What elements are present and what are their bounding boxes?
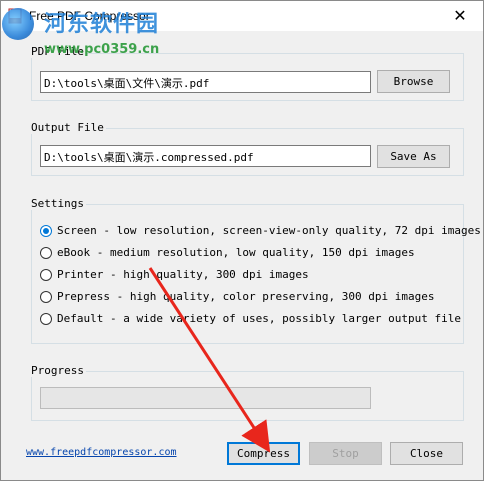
progress-label: Progress [29, 364, 86, 377]
radio-button[interactable] [40, 313, 52, 325]
close-button[interactable]: Close [390, 442, 463, 465]
radio-label: eBook - medium resolution, low quality, … [57, 246, 415, 259]
pdf-file-label: PDF File [29, 45, 86, 58]
window-title: Free PDF Compressor [29, 9, 150, 23]
app-window: Free PDF Compressor ✕ PDF File D:\tools\… [0, 0, 484, 481]
radio-label: Printer - high quality, 300 dpi images [57, 268, 309, 281]
radio-label: Prepress - high quality, color preservin… [57, 290, 435, 303]
radio-label: Screen - low resolution, screen-view-onl… [57, 224, 481, 237]
website-link[interactable]: www.freepdfcompressor.com [26, 447, 177, 458]
radio-label: Default - a wide variety of uses, possib… [57, 312, 461, 325]
settings-label: Settings [29, 197, 86, 210]
progress-bar [40, 387, 371, 409]
save-as-button[interactable]: Save As [377, 145, 450, 168]
close-window-icon[interactable]: ✕ [437, 1, 483, 31]
compress-button[interactable]: Compress [227, 442, 300, 465]
radio-button[interactable] [40, 269, 52, 281]
output-file-input[interactable]: D:\tools\桌面\演示.compressed.pdf [40, 145, 371, 167]
stop-button: Stop [309, 442, 382, 465]
pdf-file-input[interactable]: D:\tools\桌面\文件\演示.pdf [40, 71, 371, 93]
radio-button[interactable] [40, 291, 52, 303]
browse-button[interactable]: Browse [377, 70, 450, 93]
output-file-label: Output File [29, 121, 106, 134]
pdf-app-icon [8, 8, 22, 24]
radio-button[interactable] [40, 225, 52, 237]
title-bar[interactable]: Free PDF Compressor ✕ [1, 1, 483, 31]
radio-button[interactable] [40, 247, 52, 259]
